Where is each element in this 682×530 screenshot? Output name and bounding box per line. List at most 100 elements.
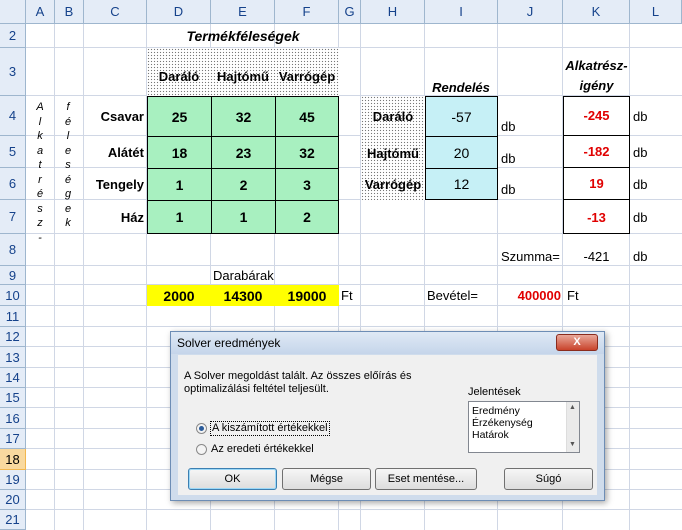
reports-scrollbar[interactable]: ▲ ▼ [566,402,579,452]
product-header-varrogep[interactable]: Varrógép [275,64,339,88]
row-header-7[interactable]: 7 [0,200,26,234]
matrix-cell-tengely-daralo[interactable]: 1 [147,168,212,201]
part-label-haz[interactable]: Ház [84,200,147,234]
demand-value-csavar[interactable]: -245 [563,96,630,136]
save-scenario-button[interactable]: Eset mentése... [375,468,477,490]
demand-value-tengely[interactable]: 19 [563,168,630,200]
order-value-hajtomu[interactable]: 20 [425,136,498,169]
row-header-8[interactable]: 8 [0,234,26,266]
column-header-j[interactable]: J [498,0,563,24]
row-header-16[interactable]: 16 [0,408,26,429]
row-header-18[interactable]: 18 [0,449,26,470]
demand-unit-1[interactable]: db [633,106,663,126]
product-header-daralo[interactable]: Daráló [147,64,211,88]
row-header-2[interactable]: 2 [0,24,26,48]
part-label-tengely[interactable]: Tengely [84,168,147,200]
column-header-e[interactable]: E [211,0,275,24]
matrix-cell-alatet-daralo[interactable]: 18 [147,136,212,169]
price-daralo[interactable]: 2000 [147,285,211,306]
column-header-b[interactable]: B [55,0,84,24]
row-header-12[interactable]: 12 [0,327,26,347]
row-header-3[interactable]: 3 [0,48,26,96]
order-unit-2[interactable]: db [501,150,531,166]
scroll-up-icon[interactable]: ▲ [569,404,576,411]
order-unit-3[interactable]: db [501,181,531,197]
column-header-c[interactable]: C [84,0,147,24]
radio-restore-original-label[interactable]: Az eredeti értékekkel [211,443,314,456]
demand-value-haz[interactable]: -13 [563,200,630,234]
matrix-cell-csavar-daralo[interactable]: 25 [147,96,212,137]
report-item-sensitivity[interactable]: Érzékenység [472,417,533,429]
column-header-d[interactable]: D [147,0,211,24]
order-value-varrogep[interactable]: 12 [425,168,498,200]
price-varrogep[interactable]: 19000 [275,285,339,306]
radio-restore-original[interactable] [196,444,207,455]
product-header-hajtomu[interactable]: Hajtómű [211,64,275,88]
part-label-alatet[interactable]: Alátét [84,136,147,168]
order-value-daralo[interactable]: -57 [425,96,498,137]
demand-unit-2[interactable]: db [633,142,663,162]
order-name-hajtomu[interactable]: Hajtómű [361,143,425,163]
column-header-h[interactable]: H [361,0,425,24]
row-header-6[interactable]: 6 [0,168,26,200]
matrix-cell-haz-daralo[interactable]: 1 [147,200,212,234]
row-header-5[interactable]: 5 [0,136,26,168]
order-name-varrogep[interactable]: Varrógép [361,174,425,194]
column-header-i[interactable]: I [425,0,498,24]
report-item-result[interactable]: Eredmény [472,405,520,417]
demand-header-1[interactable]: Alkatrész- [563,56,630,74]
revenue-unit[interactable]: Ft [567,285,587,306]
summa-label[interactable]: Szumma= [499,246,565,266]
row-header-20[interactable]: 20 [0,490,26,510]
prices-label[interactable]: Darabárak [211,266,291,285]
order-name-daralo[interactable]: Daráló [361,106,425,126]
row-header-14[interactable]: 14 [0,368,26,388]
price-unit[interactable]: Ft [341,285,361,306]
summa-unit[interactable]: db [633,246,663,266]
matrix-cell-csavar-varrogep[interactable]: 45 [275,96,339,137]
radio-keep-solution-label[interactable]: A kiszámított értékekkel [210,421,330,436]
row-header-15[interactable]: 15 [0,388,26,408]
close-button[interactable]: X [556,334,598,351]
column-header-g[interactable]: G [339,0,361,24]
summa-value[interactable]: -421 [563,246,630,266]
part-label-csavar[interactable]: Csavar [84,96,147,136]
solver-results-dialog[interactable]: Solver eredmények X A Solver megoldást t… [170,331,605,501]
demand-header-2[interactable]: igény [563,76,630,94]
matrix-cell-alatet-hajtomu[interactable]: 23 [211,136,276,169]
row-header-9[interactable]: 9 [0,266,26,285]
column-header-l[interactable]: L [630,0,682,24]
matrix-cell-haz-varrogep[interactable]: 2 [275,200,339,234]
radio-keep-solution[interactable] [196,423,207,434]
row-header-17[interactable]: 17 [0,429,26,449]
help-button[interactable]: Súgó [504,468,593,490]
demand-unit-3[interactable]: db [633,174,663,194]
order-unit-1[interactable]: db [501,118,531,134]
order-header[interactable]: Rendelés [425,79,497,96]
demand-value-alatet[interactable]: -182 [563,136,630,168]
row-header-19[interactable]: 19 [0,470,26,490]
column-header-k[interactable]: K [563,0,630,24]
row-header-21[interactable]: 21 [0,510,26,530]
row-header-4[interactable]: 4 [0,96,26,136]
ok-button[interactable]: OK [188,468,277,490]
matrix-cell-tengely-varrogep[interactable]: 3 [275,168,339,201]
matrix-cell-haz-hajtomu[interactable]: 1 [211,200,276,234]
revenue-value[interactable]: 400000 [498,285,563,306]
column-header-f[interactable]: F [275,0,339,24]
row-header-10[interactable]: 10 [0,285,26,306]
sheet-title[interactable]: Termékféleségek [147,24,339,48]
row-header-13[interactable]: 13 [0,347,26,368]
matrix-cell-tengely-hajtomu[interactable]: 2 [211,168,276,201]
price-hajtomu[interactable]: 14300 [211,285,275,306]
reports-listbox[interactable]: Eredmény Érzékenység Határok ▲ ▼ [468,401,580,453]
demand-unit-4[interactable]: db [633,207,663,227]
matrix-cell-csavar-hajtomu[interactable]: 32 [211,96,276,137]
row-header-11[interactable]: 11 [0,306,26,327]
column-header-a[interactable]: A [26,0,55,24]
cancel-button[interactable]: Mégse [282,468,371,490]
select-all-corner[interactable] [0,0,26,24]
matrix-cell-alatet-varrogep[interactable]: 32 [275,136,339,169]
scroll-down-icon[interactable]: ▼ [569,441,576,448]
revenue-label[interactable]: Bevétel= [425,285,497,306]
